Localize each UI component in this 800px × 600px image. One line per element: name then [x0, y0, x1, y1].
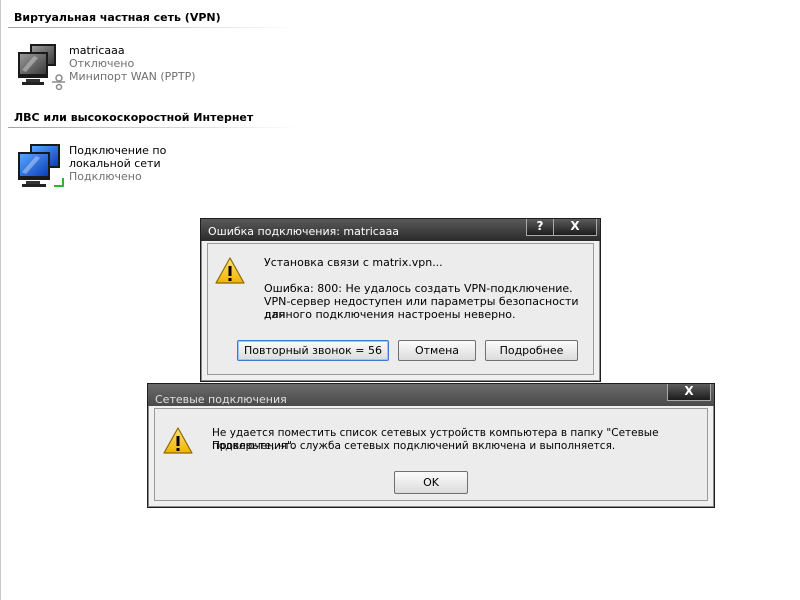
- connection-status: Подключено: [69, 170, 142, 183]
- close-button[interactable]: X: [667, 384, 711, 401]
- group-header-vpn: Виртуальная частная сеть (VPN): [14, 11, 221, 24]
- connection-device: Минипорт WAN (PPTP): [69, 70, 196, 83]
- redial-button[interactable]: Повторный звонок = 56: [237, 340, 389, 361]
- help-button[interactable]: ?: [526, 219, 554, 236]
- message-line-2: Проверьте, что служба сетевых подключени…: [212, 440, 616, 452]
- network-connections-dialog: Сетевые подключения X Не удается помести…: [147, 383, 715, 508]
- ok-button[interactable]: OK: [394, 471, 468, 494]
- connecting-text: Установка связи с matrix.vpn...: [264, 256, 443, 269]
- dialog-body: Не удается поместить список сетевых устр…: [154, 408, 708, 501]
- warning-icon: [214, 255, 246, 287]
- connection-status: Отключено: [69, 57, 135, 70]
- connection-lan[interactable]: Подключение по локальной сети Подключено: [16, 142, 226, 194]
- group-divider: [8, 27, 298, 28]
- vpn-connection-icon: [16, 42, 66, 91]
- error-line-1: Ошибка: 800: Не удалось создать VPN-подк…: [264, 282, 573, 295]
- connection-name: matricaaa: [69, 44, 125, 57]
- group-header-lan: ЛВС или высокоскоростной Интернет: [14, 111, 254, 124]
- dialog-body: Установка связи с matrix.vpn... Ошибка: …: [207, 243, 594, 375]
- connection-name: Подключение по локальной сети: [69, 144, 167, 170]
- dialog-title-bar[interactable]: Сетевые подключения: [148, 384, 714, 406]
- lan-connection-icon: [16, 142, 66, 190]
- error-line-3: данного подключения настроены неверно.: [264, 308, 516, 321]
- close-button[interactable]: X: [553, 219, 597, 236]
- group-divider: [8, 127, 298, 128]
- more-info-button[interactable]: Подробнее: [485, 340, 578, 361]
- dialog-title: Ошибка подключения: matricaaa: [208, 225, 400, 238]
- warning-icon: [162, 425, 194, 457]
- window-edge: [0, 0, 1, 600]
- dialog-title: Сетевые подключения: [155, 393, 287, 406]
- cancel-button[interactable]: Отмена: [398, 340, 476, 361]
- connection-vpn[interactable]: matricaaa Отключено Минипорт WAN (PPTP): [16, 42, 226, 92]
- connection-error-dialog: Ошибка подключения: matricaaa ? X Устано…: [200, 218, 601, 382]
